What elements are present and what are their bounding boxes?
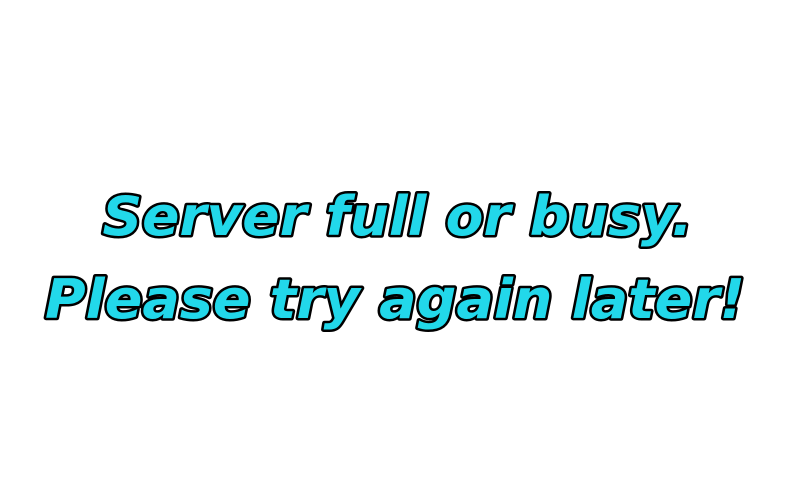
server-busy-message: Server full or busy. Please try again la… — [43, 183, 748, 334]
message-line-2: Please try again later! — [45, 268, 745, 331]
server-busy-screen: Server full or busy. Please try again la… — [0, 0, 795, 500]
message-line-1: Server full or busy. — [103, 185, 693, 248]
